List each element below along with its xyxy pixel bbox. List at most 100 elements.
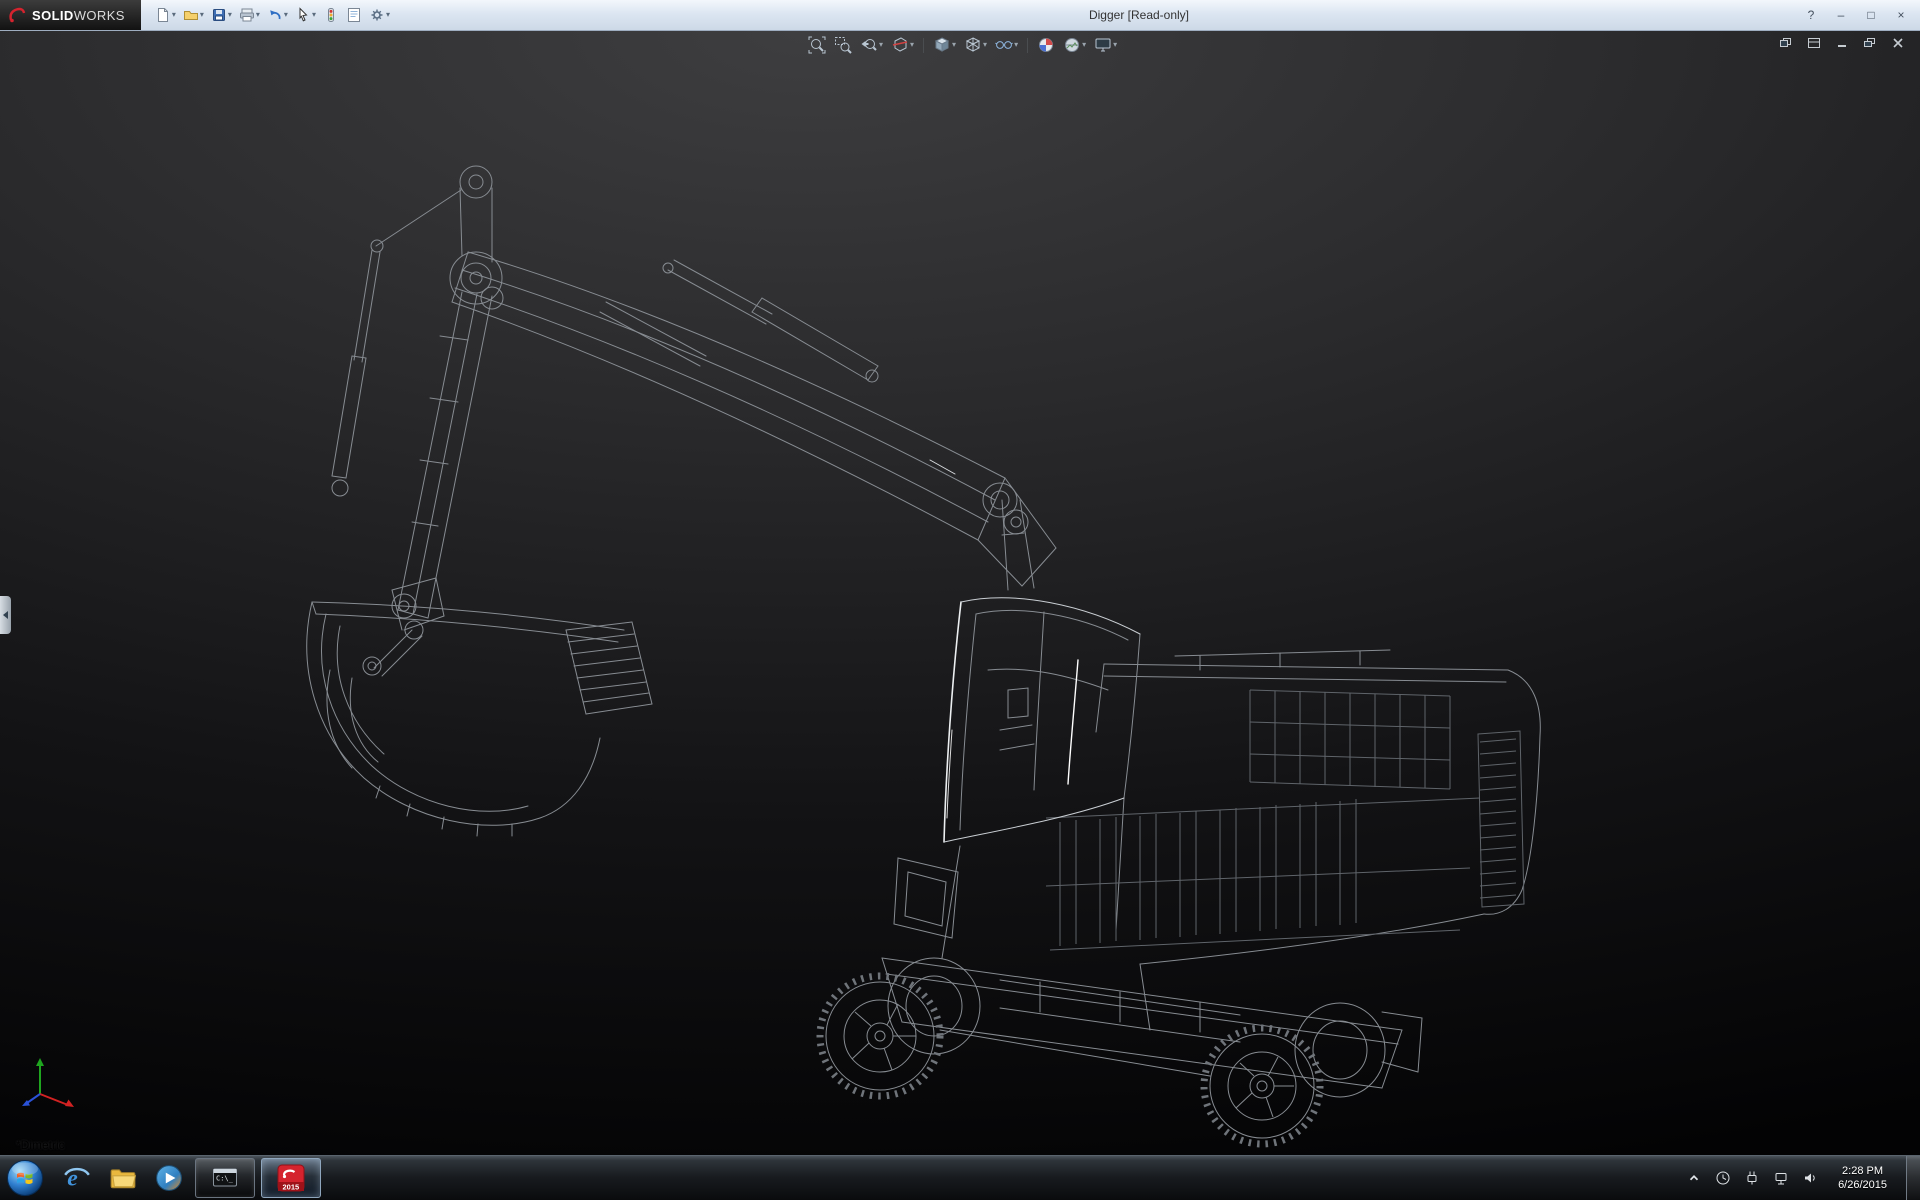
headsup-view-toolbar: ▾ ▾ ▾ ▾ ▾ [806,34,1119,56]
solidworks-2015-icon: 2015 [277,1164,305,1192]
dropdown-caret: ▾ [952,41,956,49]
graphics-viewport[interactable]: ▾ ▾ ▾ ▾ ▾ [0,30,1920,1156]
open-button[interactable]: ▾ [181,3,206,27]
svg-text:2015: 2015 [283,1183,300,1192]
solidworks-2015-window-button[interactable]: 2015 [261,1158,321,1198]
close-document-button[interactable] [1888,35,1908,50]
options-button[interactable]: ▾ [367,3,392,27]
dropdown-caret: ▾ [879,41,883,49]
start-button[interactable] [4,1157,46,1199]
clock-date: 6/26/2015 [1838,1178,1887,1192]
show-desktop-button[interactable] [1906,1156,1920,1200]
dropdown-caret: ▾ [312,11,316,19]
digger-wireframe-model [0,30,1920,1156]
zoom-to-fit-icon [808,36,826,54]
tray-network-button[interactable] [1772,1169,1790,1187]
restore-document-icon [1864,38,1876,48]
dropdown-caret: ▾ [1082,41,1086,49]
undo-button[interactable]: ▾ [265,3,290,27]
clock-time: 2:28 PM [1842,1164,1883,1178]
section-view-icon [891,36,909,54]
dropdown-caret: ▾ [910,41,914,49]
dropdown-caret: ▾ [1014,41,1018,49]
display-style-button[interactable]: ▾ [962,34,989,56]
edit-appearance-button[interactable] [1035,34,1057,56]
zoom-to-area-button[interactable] [832,34,854,56]
rebuild-icon [323,7,339,23]
command-prompt-icon: C:\_ [212,1165,238,1191]
dropdown-caret: ▾ [172,11,176,19]
print-icon [239,7,255,23]
taskbar-clock[interactable]: 2:28 PM 6/26/2015 [1838,1164,1887,1192]
caption-buttons: ? – □ × [1800,0,1912,30]
feature-panel-expand-tab[interactable] [0,596,11,634]
windows-start-icon [5,1158,45,1198]
dropdown-caret: ▾ [200,11,204,19]
tile-windows-icon [1808,38,1820,48]
zoom-to-area-icon [834,36,852,54]
new-document-button[interactable]: ▾ [153,3,178,27]
solidworks-logo-icon [8,6,26,24]
open-icon [183,7,199,23]
previous-view-button[interactable]: ▾ [858,34,885,56]
dropdown-caret: ▾ [983,41,987,49]
restore-document-button[interactable] [1860,35,1880,50]
previous-view-icon [860,36,878,54]
maximize-button[interactable]: □ [1860,6,1882,24]
hide-show-items-button[interactable]: ▾ [993,34,1020,56]
dropdown-caret: ▾ [256,11,260,19]
apply-scene-icon [1063,36,1081,54]
document-window-controls [1776,35,1908,50]
tile-windows-button[interactable] [1804,35,1824,50]
display-style-icon [964,36,982,54]
file-properties-button[interactable] [344,3,364,27]
internet-explorer-icon: e [63,1164,91,1192]
toolbar-separator [923,38,924,53]
save-button[interactable]: ▾ [209,3,234,27]
zoom-to-fit-button[interactable] [806,34,828,56]
media-player-icon [155,1164,183,1192]
view-settings-button[interactable]: ▾ [1092,34,1119,56]
tray-power-button[interactable] [1743,1169,1761,1187]
internet-explorer-button[interactable]: e [54,1158,100,1198]
hide-show-items-icon [995,36,1013,54]
select-button[interactable]: ▾ [293,3,318,27]
show-hidden-icons-button[interactable] [1685,1169,1703,1187]
cascade-windows-button[interactable] [1776,35,1796,50]
tray-volume-button[interactable] [1801,1169,1819,1187]
svg-text:C:\_: C:\_ [216,1175,234,1183]
minimize-button[interactable]: – [1830,6,1852,24]
file-properties-icon [346,7,362,23]
cascade-windows-icon [1780,38,1792,48]
command-prompt-window-button[interactable]: C:\_ [195,1158,255,1198]
solidworks-window: SOLIDWORKS ▾ ▾ ▾ ▾ ▾ [0,0,1920,1200]
select-icon [295,7,311,23]
dropdown-caret: ▾ [284,11,288,19]
reference-triad [18,1054,82,1118]
section-view-button[interactable]: ▾ [889,34,916,56]
close-document-icon [1892,38,1904,48]
print-button[interactable]: ▾ [237,3,262,27]
edit-appearance-icon [1037,36,1055,54]
chevron-left-icon [3,611,8,619]
rebuild-button[interactable] [321,3,341,27]
tray-clock-button[interactable] [1714,1169,1732,1187]
windows-explorer-button[interactable] [100,1158,146,1198]
main-toolbar: ▾ ▾ ▾ ▾ ▾ ▾ [153,3,392,27]
system-tray: 2:28 PM 6/26/2015 [1685,1156,1920,1200]
brand-name: SOLIDWORKS [32,8,125,23]
folder-icon [109,1164,137,1192]
help-button[interactable]: ? [1800,6,1822,24]
network-icon [1773,1170,1789,1186]
power-plug-icon [1744,1170,1760,1186]
view-orientation-icon [933,36,951,54]
minimize-document-button[interactable] [1832,35,1852,50]
apply-scene-button[interactable]: ▾ [1061,34,1088,56]
view-settings-icon [1094,36,1112,54]
dropdown-caret: ▾ [1113,41,1117,49]
titlebar: SOLIDWORKS ▾ ▾ ▾ ▾ ▾ [0,0,1920,31]
toolbar-separator [1027,38,1028,53]
close-button[interactable]: × [1890,6,1912,24]
view-orientation-button[interactable]: ▾ [931,34,958,56]
media-player-button[interactable] [146,1158,192,1198]
